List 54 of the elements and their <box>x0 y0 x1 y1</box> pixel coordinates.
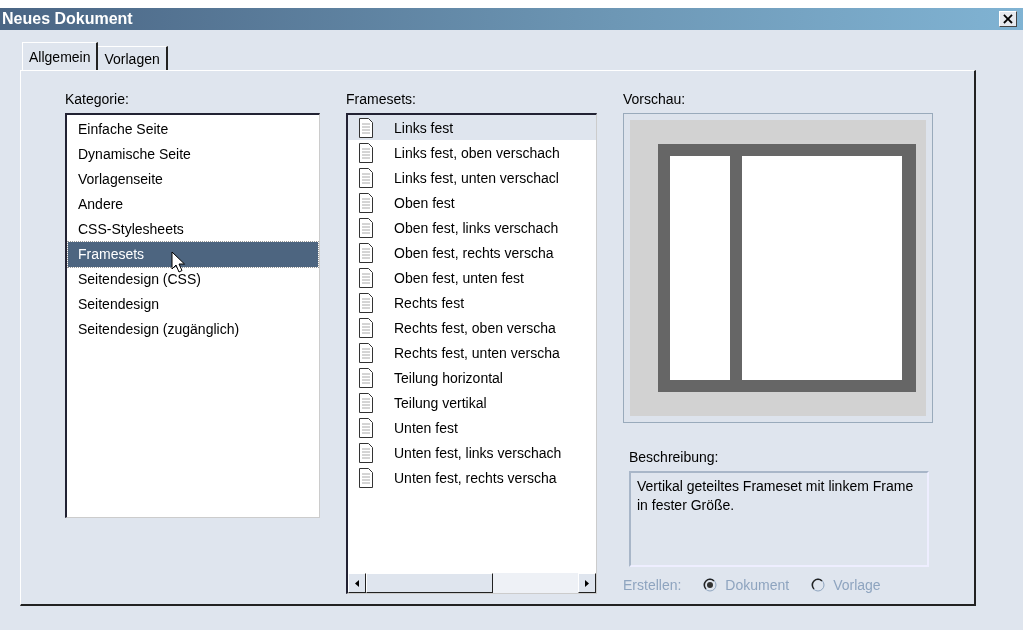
category-item[interactable]: Framesets <box>68 242 318 267</box>
document-icon <box>359 467 373 488</box>
document-icon <box>359 292 373 313</box>
close-button[interactable]: × <box>999 11 1017 27</box>
document-icon <box>359 217 373 238</box>
frameset-item[interactable]: Oben fest, rechts verscha <box>348 240 596 265</box>
document-icon <box>359 392 373 413</box>
category-item[interactable]: Vorlagenseite <box>68 167 318 192</box>
document-icon <box>359 442 373 463</box>
category-item[interactable]: Einfache Seite <box>68 117 318 142</box>
frameset-item[interactable]: Oben fest <box>348 190 596 215</box>
frameset-item[interactable]: Links fest, oben verschach <box>348 140 596 165</box>
document-icon <box>359 242 373 263</box>
document-icon <box>359 317 373 338</box>
frameset-item[interactable]: Rechts fest, unten verscha <box>348 340 596 365</box>
document-icon <box>359 417 373 438</box>
frameset-item[interactable]: Unten fest, links verschach <box>348 440 596 465</box>
category-item[interactable]: Seitendesign (CSS) <box>68 267 318 292</box>
document-icon <box>359 117 373 138</box>
frameset-item[interactable]: Oben fest, links verschach <box>348 215 596 240</box>
category-item[interactable]: Seitendesign <box>68 292 318 317</box>
frameset-item[interactable]: Links fest <box>348 115 596 140</box>
frameset-item[interactable]: Rechts fest <box>348 290 596 315</box>
scroll-right-icon[interactable] <box>578 573 596 593</box>
document-icon <box>359 192 373 213</box>
category-item[interactable]: Dynamische Seite <box>68 142 318 167</box>
document-icon <box>359 167 373 188</box>
frameset-item[interactable]: Unten fest <box>348 415 596 440</box>
frameset-item[interactable]: Oben fest, unten fest <box>348 265 596 290</box>
document-icon <box>359 367 373 388</box>
category-item[interactable]: CSS-Stylesheets <box>68 217 318 242</box>
horizontal-scrollbar[interactable] <box>348 573 596 593</box>
scroll-thumb[interactable] <box>366 573 493 593</box>
framesets-label: Framesets: <box>346 91 417 107</box>
scroll-left-icon[interactable] <box>348 573 366 593</box>
frameset-item[interactable]: Unten fest, rechts verscha <box>348 465 596 490</box>
frameset-item[interactable]: Teilung vertikal <box>348 390 596 415</box>
mouse-pointer-icon <box>171 251 185 273</box>
frameset-item[interactable]: Teilung horizontal <box>348 365 596 390</box>
create-label: Erstellen: <box>623 577 682 593</box>
document-icon <box>359 142 373 163</box>
preview-label: Vorschau: <box>623 91 687 107</box>
document-icon <box>359 267 373 288</box>
document-icon <box>359 342 373 363</box>
description-label: Beschreibung: <box>629 449 720 465</box>
tab[interactable]: Allgemein <box>22 42 99 70</box>
frameset-item[interactable]: Rechts fest, oben verscha <box>348 315 596 340</box>
category-item[interactable]: Andere <box>68 192 318 217</box>
category-label: Kategorie: <box>65 91 130 107</box>
tab[interactable]: Vorlagen <box>98 46 168 70</box>
description-text: Vertikal geteiltes Frameset mit linkem Frame in fester Größe. <box>629 471 929 567</box>
frameset-item[interactable]: Links fest, unten verschacl <box>348 165 596 190</box>
category-item[interactable]: Seitendesign (zugänglich) <box>68 317 318 342</box>
window-title: Neues Dokument <box>2 10 133 28</box>
